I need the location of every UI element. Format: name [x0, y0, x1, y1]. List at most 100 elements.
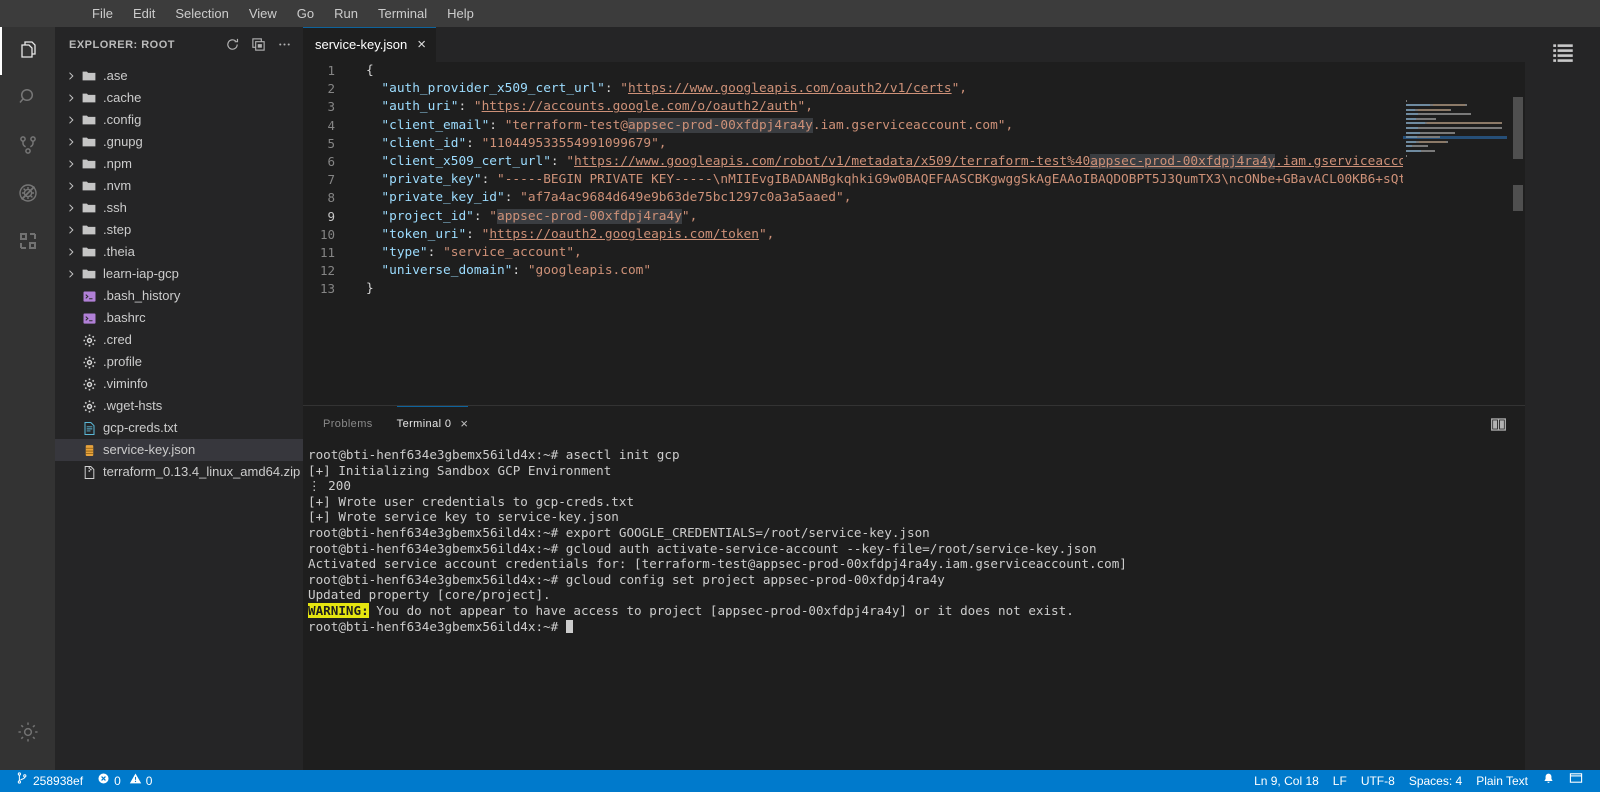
terminal-scrollbar[interactable]	[1511, 441, 1525, 772]
activity-item-extensions[interactable]	[0, 219, 55, 267]
terminal-line: root@bti-henf634e3gbemx56ild4x:~# asectl…	[308, 447, 1525, 463]
tree-item-npm[interactable]: .npm	[55, 153, 303, 175]
chevron-right-icon[interactable]	[63, 68, 79, 84]
activity-item-search[interactable]	[0, 75, 55, 123]
menu-item-help[interactable]: Help	[437, 3, 484, 25]
editor-vertical-scrollbar[interactable]	[1511, 97, 1525, 400]
tree-item-profile[interactable]: .profile	[55, 351, 303, 373]
activity-item-explorer[interactable]	[0, 27, 55, 75]
refresh-icon[interactable]	[221, 34, 243, 56]
tree-item-label: .gnupg	[103, 134, 143, 149]
tree-item-gnupg[interactable]: .gnupg	[55, 131, 303, 153]
minimap-segment	[1438, 136, 1440, 139]
minimap[interactable]	[1403, 97, 1507, 400]
status-layout[interactable]	[1562, 770, 1590, 792]
scrollbar-thumb[interactable]	[1513, 97, 1523, 159]
activity-item-run-and-debug[interactable]	[0, 171, 55, 219]
tree-item-label: .npm	[103, 156, 132, 171]
tree-item-step[interactable]: .step	[55, 219, 303, 241]
minimap-segment	[1432, 104, 1466, 107]
chevron-right-icon[interactable]	[63, 134, 79, 150]
editor-tab-service-key-json[interactable]: service-key.json ×	[303, 27, 437, 62]
line-number: 4	[327, 117, 335, 133]
terminal-line: [+] Initializing Sandbox GCP Environment	[308, 463, 1525, 479]
tree-item-service-key-json[interactable]: service-key.json	[55, 439, 303, 461]
tree-item-ssh[interactable]: .ssh	[55, 197, 303, 219]
terminal-output[interactable]: root@bti-henf634e3gbemx56ild4x:~# asectl…	[303, 441, 1525, 634]
tree-item-gcp-creds-txt[interactable]: gcp-creds.txt	[55, 417, 303, 439]
chevron-right-icon[interactable]	[63, 90, 79, 106]
minimap-line	[1403, 122, 1507, 125]
code-editor[interactable]: 1{2 "auth_provider_x509_cert_url": "http…	[303, 62, 1525, 400]
activity-item-manage[interactable]	[0, 710, 55, 758]
code-line: 5 "client_id": "110449533554991099679",	[303, 135, 1525, 153]
status-problems[interactable]: 0 0	[90, 770, 159, 792]
folder-icon	[79, 90, 99, 106]
source-control-icon	[16, 133, 40, 162]
panel-actions	[1487, 413, 1509, 435]
minimap-line	[1403, 150, 1507, 153]
status-line-endings[interactable]: LF	[1326, 770, 1354, 792]
status-notifications[interactable]	[1535, 770, 1562, 792]
activity-item-source-control[interactable]	[0, 123, 55, 171]
chevron-right-icon[interactable]	[63, 178, 79, 194]
terminal-line: WARNING: You do not appear to have acces…	[308, 602, 1525, 619]
menu-item-run[interactable]: Run	[324, 3, 368, 25]
tree-item-nvm[interactable]: .nvm	[55, 175, 303, 197]
tree-item-terraform-0-13-4-linux-amd64-zip[interactable]: terraform_0.13.4_linux_amd64.zip	[55, 461, 303, 483]
tree-item-cache[interactable]: .cache	[55, 87, 303, 109]
close-icon[interactable]: ×	[417, 37, 426, 52]
minimap-segment	[1479, 122, 1499, 125]
chevron-right-icon[interactable]	[63, 222, 79, 238]
tree-item-label: .profile	[103, 354, 143, 369]
code-line-content: "universe_domain": "googleapis.com"	[366, 263, 652, 279]
status-indentation[interactable]: Spaces: 4	[1402, 770, 1469, 792]
chevron-right-icon[interactable]	[63, 244, 79, 260]
tree-item-bashrc[interactable]: .bashrc	[55, 307, 303, 329]
split-icon[interactable]	[1487, 413, 1509, 435]
status-language-mode[interactable]: Plain Text	[1469, 770, 1535, 792]
panel-tab-terminal-0[interactable]: Terminal 0 ×	[385, 406, 481, 441]
tree-item-wget-hsts[interactable]: .wget-hsts	[55, 395, 303, 417]
extensions-icon	[16, 229, 40, 258]
tree-item-label: .config	[103, 112, 142, 127]
outline-list-icon[interactable]	[1543, 35, 1583, 70]
tree-item-viminfo[interactable]: .viminfo	[55, 373, 303, 395]
ellipsis-icon[interactable]	[273, 34, 295, 56]
terminal-text: ⋮ 200	[308, 478, 351, 494]
minimap-segment	[1406, 154, 1407, 157]
file-tree: .ase .cache .config .gnupg .npm .nvm .ssh .step…	[55, 62, 303, 483]
status-cursor-position[interactable]: Ln 9, Col 18	[1247, 770, 1326, 792]
menu-item-file[interactable]: File	[82, 3, 123, 25]
tree-item-theia[interactable]: .theia	[55, 241, 303, 263]
code-line: 1{	[303, 62, 1525, 80]
collapse-all-icon[interactable]	[247, 34, 269, 56]
folder-icon	[79, 244, 99, 260]
chevron-right-icon[interactable]	[63, 112, 79, 128]
status-branch[interactable]: 258938ef	[8, 770, 90, 792]
menu-item-view[interactable]: View	[239, 3, 287, 25]
tree-item-bash-history[interactable]: .bash_history	[55, 285, 303, 307]
terminal-text: Activated service account credentials fo…	[308, 556, 1127, 572]
chevron-right-icon[interactable]	[63, 200, 79, 216]
scrollbar-thumb-secondary[interactable]	[1513, 185, 1523, 211]
status-encoding[interactable]: UTF-8	[1354, 770, 1402, 792]
chevron-right-icon[interactable]	[63, 266, 79, 282]
tree-item-learn-iap-gcp[interactable]: learn-iap-gcp	[55, 263, 303, 285]
chevron-right-icon[interactable]	[63, 156, 79, 172]
terminal-line: Activated service account credentials fo…	[308, 556, 1525, 572]
menu-item-go[interactable]: Go	[287, 3, 324, 25]
tree-item-cred[interactable]: .cred	[55, 329, 303, 351]
minimap-segment	[1421, 131, 1456, 134]
close-icon[interactable]: ×	[460, 416, 468, 431]
tree-item-ase[interactable]: .ase	[55, 65, 303, 87]
editor-group: service-key.json × 1{2 "auth_provider_x50…	[303, 27, 1525, 400]
menu-item-terminal[interactable]: Terminal	[368, 3, 437, 25]
menu-item-edit[interactable]: Edit	[123, 3, 165, 25]
gear-file-icon	[79, 333, 99, 348]
panel-tab-problems[interactable]: Problems	[311, 406, 385, 441]
tree-item-config[interactable]: .config	[55, 109, 303, 131]
status-bar-right: Ln 9, Col 18 LF UTF-8 Spaces: 4 Plain Te…	[1247, 770, 1600, 792]
code-line: 10 "token_uri": "https://oauth2.googleap…	[303, 226, 1525, 244]
menu-item-selection[interactable]: Selection	[165, 3, 238, 25]
